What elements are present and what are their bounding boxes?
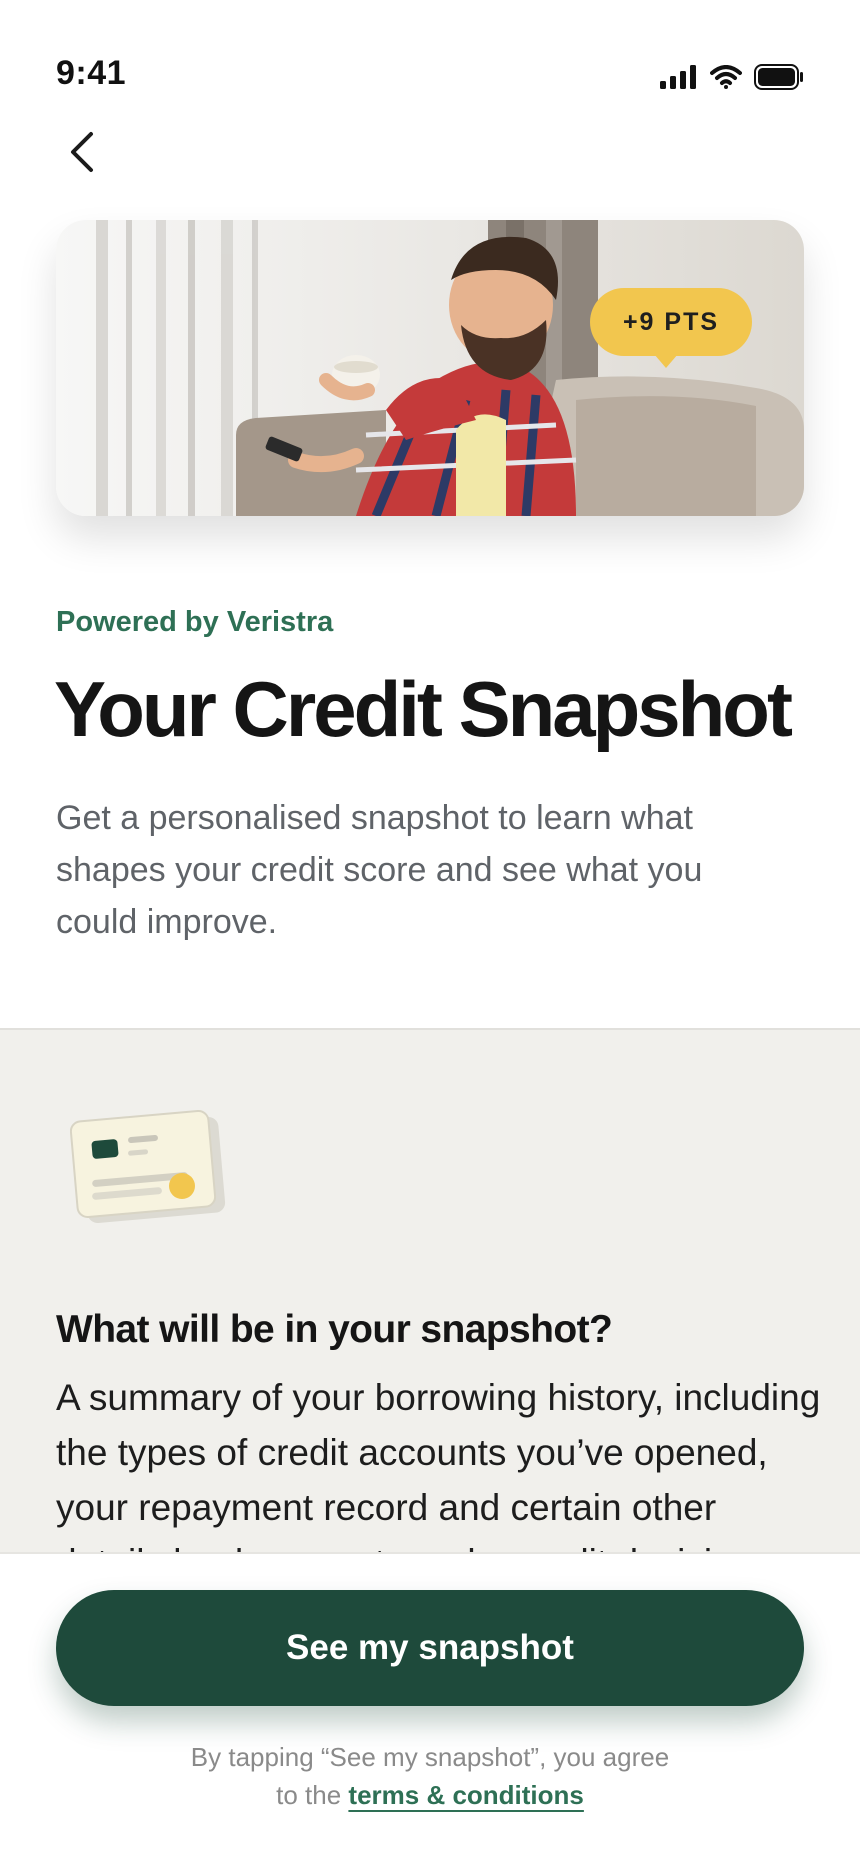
disclaimer-to-text: to the — [276, 1780, 342, 1810]
snapshot-info-section: What will be in your snapshot? A summary… — [0, 1028, 860, 1556]
see-my-snapshot-button[interactable]: See my snapshot — [56, 1590, 804, 1706]
hero-image — [56, 220, 804, 516]
chevron-left-icon — [71, 132, 93, 172]
page-title: Your Credit Snapshot — [54, 665, 793, 753]
info-heading: What will be in your snapshot? — [56, 1308, 613, 1351]
status-icons — [660, 64, 804, 90]
status-bar: 9:41 — [0, 0, 860, 110]
terms-disclaimer: By tapping “See my snapshot”, you agree … — [0, 1738, 860, 1814]
info-body: A summary of your borrowing history, inc… — [56, 1377, 821, 1556]
cellular-signal-icon — [660, 65, 696, 89]
status-time: 9:41 — [56, 54, 127, 92]
credit-card-stack-icon — [70, 1110, 226, 1223]
bottom-action-sheet: See my snapshot By tapping “See my snaps… — [0, 1552, 860, 1864]
back-button[interactable] — [52, 122, 112, 182]
wifi-icon — [710, 65, 742, 89]
disclaimer-line-2: to the terms & conditions — [0, 1776, 860, 1814]
powered-by-label: Powered by Veristra — [56, 606, 334, 638]
terms-and-conditions-link[interactable]: terms & conditions — [348, 1780, 583, 1810]
intro-description: Get a personalised snapshot to learn wha… — [56, 799, 703, 941]
battery-icon — [754, 64, 803, 90]
points-badge: +9 PTS — [590, 288, 752, 368]
disclaimer-line-1: By tapping “See my snapshot”, you agree — [190, 1742, 670, 1772]
